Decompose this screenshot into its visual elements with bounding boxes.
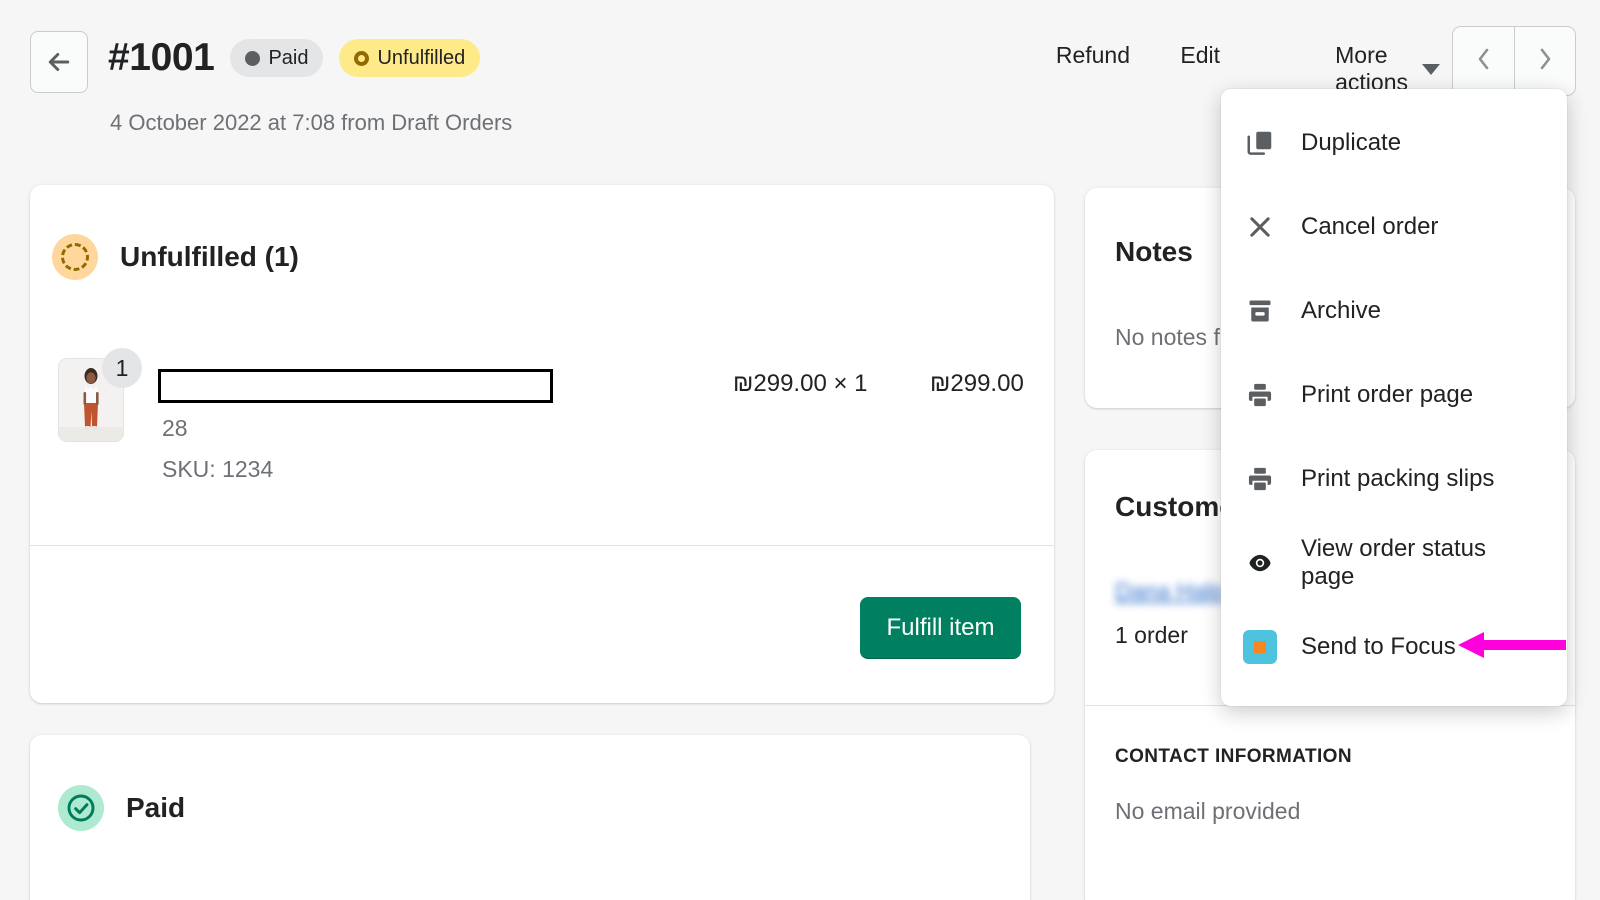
status-badge-paid-label: Paid (268, 47, 308, 70)
printer-icon (1243, 465, 1277, 493)
printer-icon (1243, 381, 1277, 409)
line-item-title-redacted (158, 369, 553, 403)
page-title: #1001 (108, 36, 214, 80)
order-detail-page: #1001 Paid Unfulfilled 4 October 2022 at… (0, 0, 1600, 900)
more-actions-dropdown: Duplicate Cancel order Archive (1221, 89, 1567, 706)
fulfill-item-button[interactable]: Fulfill item (860, 597, 1021, 659)
dashed-circle-icon (52, 234, 98, 280)
order-subtitle: 4 October 2022 at 7:08 from Draft Orders (110, 110, 512, 136)
line-item-unit-price: ₪299.00 × 1 (733, 370, 867, 398)
back-button[interactable] (30, 31, 88, 93)
dot-solid-icon (245, 51, 260, 66)
ring-icon (354, 51, 369, 66)
menu-item-print-order-page[interactable]: Print order page (1221, 353, 1567, 437)
menu-item-duplicate-label: Duplicate (1301, 129, 1401, 157)
previous-order-button[interactable] (1453, 27, 1514, 95)
eye-icon (1243, 549, 1277, 577)
status-badge-unfulfilled-label: Unfulfilled (377, 47, 465, 70)
arrow-left-icon (44, 47, 74, 77)
next-order-button[interactable] (1514, 27, 1575, 95)
payment-status-title: Paid (126, 792, 185, 824)
notes-empty-text: No notes f (1115, 324, 1220, 351)
more-actions-button[interactable]: More actions (1335, 42, 1440, 96)
line-item-sku: SKU: 1234 (162, 456, 273, 483)
menu-item-view-order-status-page-label: View order status page (1301, 535, 1545, 591)
chevron-down-icon (1422, 64, 1440, 75)
contact-information-heading: CONTACT INFORMATION (1115, 746, 1352, 768)
x-icon (1243, 213, 1277, 241)
menu-item-duplicate[interactable]: Duplicate (1221, 101, 1567, 185)
more-actions-label: More actions (1335, 42, 1408, 96)
customer-order-count: 1 order (1115, 622, 1188, 649)
pagination-group (1452, 26, 1576, 96)
customer-title: Custome (1115, 491, 1235, 523)
line-item-quantity-badge: 1 (102, 348, 142, 388)
menu-item-cancel-order-label: Cancel order (1301, 213, 1438, 241)
menu-item-print-order-page-label: Print order page (1301, 381, 1473, 409)
menu-item-archive[interactable]: Archive (1221, 269, 1567, 353)
menu-item-print-packing-slips[interactable]: Print packing slips (1221, 437, 1567, 521)
check-circle-icon (58, 785, 104, 831)
line-item-variant: 28 (162, 415, 188, 442)
menu-item-cancel-order[interactable]: Cancel order (1221, 185, 1567, 269)
chevron-left-icon (1474, 45, 1494, 78)
menu-item-view-order-status-page[interactable]: View order status page (1221, 521, 1567, 605)
menu-item-send-to-focus-label: Send to Focus (1301, 633, 1456, 661)
status-badge-paid: Paid (230, 39, 323, 77)
payment-status-header: Paid (58, 785, 185, 831)
refund-button[interactable]: Refund (1056, 42, 1130, 69)
line-item-total: ₪299.00 (930, 370, 1024, 398)
title-row: #1001 Paid Unfulfilled (108, 36, 480, 80)
menu-item-archive-label: Archive (1301, 297, 1381, 325)
edit-button[interactable]: Edit (1180, 42, 1220, 69)
menu-item-print-packing-slips-label: Print packing slips (1301, 465, 1494, 493)
line-item-thumbnail-wrap: 1 (58, 358, 124, 442)
fulfillment-status-title: Unfulfilled (1) (120, 241, 299, 273)
customer-email: No email provided (1115, 798, 1300, 825)
card-divider (30, 545, 1054, 546)
duplicate-icon (1243, 128, 1277, 158)
chevron-right-icon (1535, 45, 1555, 78)
fulfillment-status-header: Unfulfilled (1) (52, 234, 299, 280)
archive-icon (1243, 297, 1277, 325)
customer-name-link[interactable]: Dana Halp (1115, 578, 1224, 605)
focus-app-icon (1243, 630, 1277, 664)
notes-title: Notes (1115, 236, 1193, 268)
annotation-arrow-icon (1458, 628, 1568, 667)
status-badge-unfulfilled: Unfulfilled (339, 39, 480, 77)
